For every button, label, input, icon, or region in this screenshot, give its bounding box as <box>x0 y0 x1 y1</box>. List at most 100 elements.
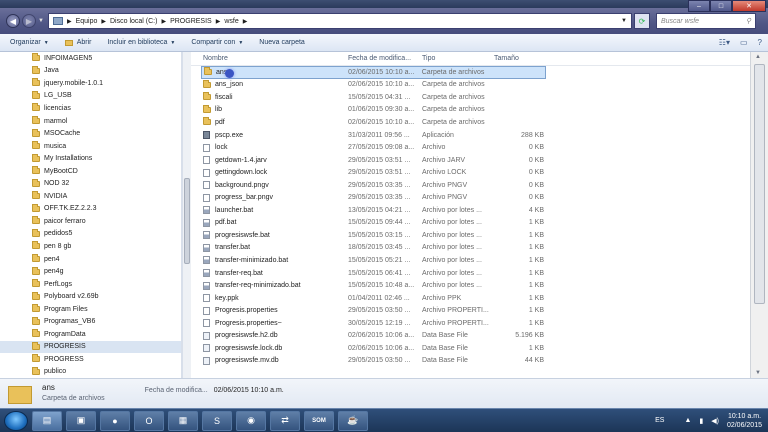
address-dropdown-icon[interactable]: ▼ <box>621 18 627 24</box>
refresh-button[interactable]: ⟳ <box>633 13 650 29</box>
sidebar-item[interactable]: pen4 <box>0 253 181 266</box>
file-row[interactable]: fiscali 15/05/2015 04:31 ... Carpeta de ar… <box>201 91 546 104</box>
sidebar-item[interactable]: Java <box>0 65 181 78</box>
teamviewer-icon[interactable]: ⇄ <box>270 410 300 431</box>
scroll-down-icon[interactable]: ▼ <box>755 370 761 376</box>
address-field[interactable]: ▶ Equipo ▶ Disco local (C:) ▶ PROGRESIS … <box>47 13 632 29</box>
sidebar-item[interactable]: PROGRESIS <box>0 340 181 354</box>
breadcrumb-disco-local[interactable]: Disco local (C:) <box>110 18 157 25</box>
skype-icon[interactable]: S <box>202 410 232 431</box>
opera-icon[interactable]: O <box>134 410 164 431</box>
sidebar-item[interactable]: ProgramData <box>0 328 181 341</box>
search-input[interactable]: Buscar wsfe ⚲ <box>655 13 756 29</box>
file-row[interactable]: progresiswsfe.bat 15/05/2015 03:15 ... Arc… <box>201 229 546 242</box>
organize-button[interactable]: Organizar ▼ <box>10 39 49 46</box>
share-button[interactable]: Compartir con ▼ <box>191 39 243 46</box>
sidebar-item[interactable]: MSOCache <box>0 127 181 140</box>
file-row[interactable]: Progresis.properties~ 30/05/2015 12:19 ..… <box>201 317 546 330</box>
recent-pages-dropdown[interactable]: ▼ <box>38 18 44 24</box>
sidebar-item[interactable]: licencias <box>0 102 181 115</box>
network-icon[interactable]: ▮ <box>699 417 703 425</box>
file-row[interactable]: transfer-req.bat 15/05/2015 06:41 ... Arch… <box>201 267 546 280</box>
minimize-button[interactable]: – <box>688 0 710 12</box>
file-row[interactable]: progresiswsfe.mv.db 29/05/2015 03:50 ... D… <box>201 355 546 368</box>
sidebar-item[interactable]: My Installations <box>0 152 181 165</box>
breadcrumb-progresis[interactable]: PROGRESIS <box>170 18 212 25</box>
file-row[interactable]: background.pngv 29/05/2015 03:35 ... Archi… <box>201 179 546 192</box>
breadcrumb-equipo[interactable]: Equipo <box>76 18 98 25</box>
file-list-scrollbar[interactable]: ▲ ▼ <box>750 52 768 378</box>
file-row[interactable]: lock 27/05/2015 09:08 a... Archivo 0 KB <box>201 141 546 154</box>
sidebar-item[interactable]: pedidos5 <box>0 228 181 241</box>
file-row[interactable]: Progresis.properties 29/05/2015 03:50 ...… <box>201 304 546 317</box>
file-row[interactable]: pscp.exe 31/03/2011 09:56 ... Aplicación 28… <box>201 129 546 142</box>
maximize-button[interactable]: □ <box>710 0 732 12</box>
apps-icon[interactable]: ▦ <box>168 410 198 431</box>
file-row[interactable]: ans 02/06/2015 10:10 a... Carpeta de archi… <box>201 66 546 79</box>
tray-expand-icon[interactable]: ▲ <box>684 417 691 424</box>
file-row[interactable]: progress_bar.pngv 29/05/2015 03:35 ... Arc… <box>201 191 546 204</box>
close-button[interactable]: ✕ <box>732 0 766 12</box>
file-row[interactable]: getdown-1.4.jarv 29/05/2015 03:51 ... Arch… <box>201 154 546 167</box>
sidebar-item[interactable]: pen 8 gb <box>0 240 181 253</box>
column-type-header[interactable]: Tipo <box>422 55 494 62</box>
sidebar-item[interactable]: PerfLogs <box>0 278 181 291</box>
file-row[interactable]: key.ppk 01/04/2011 02:46 ... Archivo PPK 1 … <box>201 292 546 305</box>
view-options-icon[interactable]: ☷▾ <box>719 38 730 47</box>
java-icon[interactable]: ☕ <box>338 410 368 431</box>
file-row[interactable]: launcher.bat 13/05/2015 04:21 ... Archivo … <box>201 204 546 217</box>
sidebar-item[interactable]: NOD 32 <box>0 177 181 190</box>
file-row[interactable]: transfer-minimizado.bat 15/05/2015 05:21 … <box>201 254 546 267</box>
file-row[interactable]: transfer-req-minimizado.bat 15/05/2015 10… <box>201 279 546 292</box>
column-size-header[interactable]: Tamaño <box>494 55 549 62</box>
scroll-up-icon[interactable]: ▲ <box>755 54 761 60</box>
sidebar-item[interactable]: jquery.mobile-1.0.1 <box>0 77 181 90</box>
sidebar-item[interactable]: NVIDIA <box>0 190 181 203</box>
search-icon: ⚲ <box>745 18 751 25</box>
chrome-icon[interactable]: ◉ <box>236 410 266 431</box>
file-row[interactable]: pdf 02/06/2015 10:10 a... Carpeta de archi… <box>201 116 546 129</box>
sidebar-item[interactable]: LG_USB <box>0 90 181 103</box>
forward-button[interactable]: ▶ <box>22 14 36 28</box>
sidebar-item[interactable]: MyBootCD <box>0 165 181 178</box>
file-row[interactable]: pdf.bat 15/05/2015 09:44 ... Archivo por l… <box>201 217 546 230</box>
navigation-scroll-thumb[interactable] <box>184 178 190 264</box>
file-row[interactable]: progresiswsfe.lock.db 02/06/2015 10:06 a.… <box>201 342 546 355</box>
sidebar-item[interactable]: paicor ferraro <box>0 215 181 228</box>
navigation-scrollbar[interactable] <box>182 52 191 378</box>
sidebar-item[interactable]: Program Files <box>0 303 181 316</box>
file-row[interactable]: progresiswsfe.h2.db 02/06/2015 10:06 a...… <box>201 329 546 342</box>
include-library-button[interactable]: Incluir en biblioteca ▼ <box>107 39 175 46</box>
column-date-header[interactable]: Fecha de modifica... <box>348 55 422 62</box>
cmd-icon[interactable]: ▣ <box>66 410 96 431</box>
file-row[interactable]: lib 01/06/2015 09:30 a... Carpeta de archi… <box>201 104 546 117</box>
volume-icon[interactable]: ◀) <box>711 417 719 425</box>
start-button[interactable] <box>4 410 28 431</box>
sidebar-item[interactable]: publico <box>0 366 181 378</box>
breadcrumb-wsfe[interactable]: wsfe <box>224 18 238 25</box>
sidebar-item[interactable]: INFOIMAGEN5 <box>0 52 181 65</box>
file-list-scroll-thumb[interactable] <box>754 64 765 304</box>
folder-icon <box>32 178 40 187</box>
language-indicator[interactable]: ES <box>655 417 664 424</box>
sidebar-item[interactable]: Programas_VB6 <box>0 315 181 328</box>
file-row[interactable]: ans_json 02/06/2015 10:10 a... Carpeta de … <box>201 79 546 92</box>
sidebar-item[interactable]: marmol <box>0 115 181 128</box>
file-row[interactable]: transfer.bat 18/05/2015 03:45 ... Archivo … <box>201 242 546 255</box>
new-folder-button[interactable]: Nueva carpeta <box>259 39 305 46</box>
open-button[interactable]: Abrir <box>64 39 91 46</box>
firefox-icon[interactable]: ● <box>100 410 130 431</box>
clock[interactable]: 10:10 a.m. 02/06/2015 <box>727 412 762 430</box>
column-name-header[interactable]: Nombre <box>191 55 348 62</box>
explorer-icon[interactable]: ▤ <box>32 410 62 431</box>
sidebar-item[interactable]: musica <box>0 140 181 153</box>
sidebar-item[interactable]: Polyboard v2.69b <box>0 290 181 303</box>
sidebar-item[interactable]: pen4g <box>0 265 181 278</box>
help-icon[interactable]: ? <box>758 38 762 47</box>
preview-pane-icon[interactable]: ▭ <box>740 38 748 47</box>
som-icon[interactable]: SOM <box>304 410 334 431</box>
sidebar-item[interactable]: OFF.TK.EZ.2.2.3 <box>0 203 181 216</box>
back-button[interactable]: ◀ <box>6 14 20 28</box>
sidebar-item[interactable]: PROGRESS <box>0 353 181 366</box>
file-row[interactable]: gettingdown.lock 29/05/2015 03:51 ... Arch… <box>201 166 546 179</box>
